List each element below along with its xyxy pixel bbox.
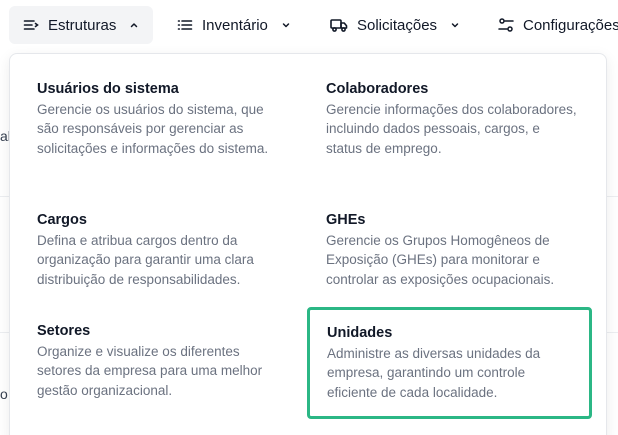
chevron-up-icon bbox=[129, 20, 139, 30]
menu-item-usuarios-do-sistema[interactable]: Usuários do sistema Gerencie os usuários… bbox=[27, 73, 297, 166]
estruturas-dropdown-menu: Usuários do sistema Gerencie os usuários… bbox=[9, 53, 607, 435]
menu-item-description: Defina e atribua cargos dentro da organi… bbox=[37, 233, 254, 287]
menu-item-ghes[interactable]: GHEs Gerencie os Grupos Homogêneos de Ex… bbox=[316, 204, 588, 297]
nav-item-inventario[interactable]: Inventário bbox=[163, 6, 305, 44]
menu-item-description: Administre as diversas unidades da empre… bbox=[327, 346, 541, 400]
top-navigation: Estruturas Inventário Solicitações Confi… bbox=[0, 0, 618, 52]
menu-item-title: Setores bbox=[37, 323, 91, 339]
menu-item-description: Gerencie informações dos colaboradores, … bbox=[326, 102, 577, 156]
menu-item-title: Unidades bbox=[327, 325, 393, 341]
menu-item-title: Usuários do sistema bbox=[37, 81, 179, 97]
nav-item-label: Estruturas bbox=[48, 16, 117, 34]
nav-item-solicitacoes[interactable]: Solicitações bbox=[316, 6, 474, 44]
truck-icon bbox=[330, 17, 348, 33]
chevron-down-icon bbox=[281, 20, 291, 30]
menu-item-title: Colaboradores bbox=[326, 81, 429, 97]
menu-item-title: Cargos bbox=[37, 212, 87, 228]
list-icon bbox=[177, 17, 193, 33]
menu-item-title: GHEs bbox=[326, 212, 366, 228]
chevron-down-icon bbox=[450, 20, 460, 30]
background-text: o bbox=[0, 386, 8, 402]
nav-item-configuracoes[interactable]: Configurações bbox=[484, 6, 618, 44]
menu-item-unidades[interactable]: Unidades Administre as diversas unidades… bbox=[307, 307, 592, 419]
menu-item-description: Organize e visualize os diferentes setor… bbox=[37, 344, 263, 398]
nav-item-estruturas[interactable]: Estruturas bbox=[9, 6, 154, 44]
menu-item-description: Gerencie os usuários do sistema, que são… bbox=[37, 102, 269, 156]
menu-item-setores[interactable]: Setores Organize e visualize os diferent… bbox=[27, 315, 297, 408]
menu-lines-icon bbox=[23, 17, 39, 33]
sliders-icon bbox=[498, 17, 514, 33]
nav-item-label: Solicitações bbox=[357, 16, 438, 34]
menu-item-colaboradores[interactable]: Colaboradores Gerencie informações dos c… bbox=[316, 73, 588, 166]
menu-item-cargos[interactable]: Cargos Defina e atribua cargos dentro da… bbox=[27, 204, 297, 297]
menu-item-description: Gerencie os Grupos Homogêneos de Exposiç… bbox=[326, 233, 555, 287]
nav-item-label: Inventário bbox=[202, 16, 268, 34]
nav-item-label: Configurações bbox=[523, 16, 618, 34]
page: al o Estruturas Inventário Solicitações … bbox=[0, 0, 618, 435]
